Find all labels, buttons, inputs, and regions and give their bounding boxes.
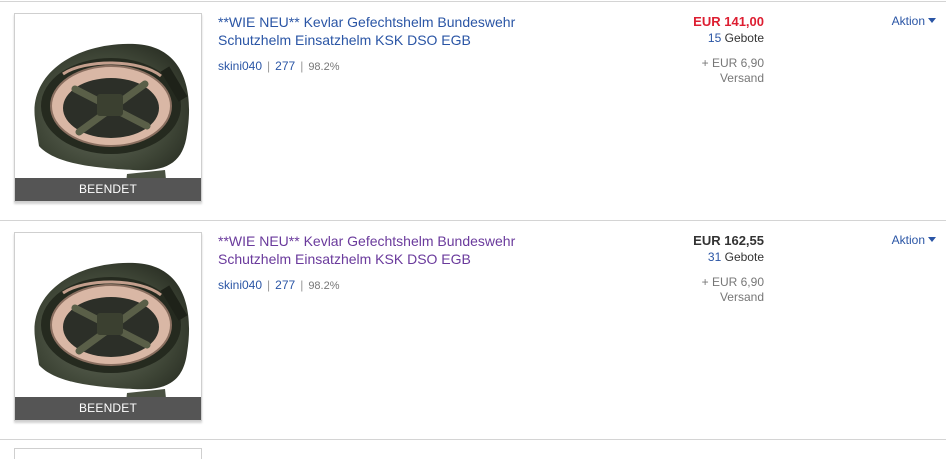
action-dropdown[interactable]: Aktion — [892, 14, 936, 28]
listing-price: EUR 162,55 — [693, 233, 764, 248]
seller-score-link[interactable]: 277 — [275, 59, 295, 73]
seller-name-link[interactable]: skini040 — [218, 278, 262, 292]
seller-feedback-percent: 98.2% — [308, 61, 340, 73]
action-label: Aktion — [891, 14, 925, 28]
seller-name-link[interactable]: skini040 — [218, 59, 262, 73]
action-label: Aktion — [891, 233, 925, 247]
separator: | — [300, 59, 304, 73]
chevron-down-icon — [928, 237, 936, 242]
bid-info: 15 Gebote — [708, 31, 764, 45]
helmet-icon — [34, 43, 190, 192]
action-dropdown[interactable]: Aktion — [892, 233, 936, 247]
bid-count-link[interactable]: 15 — [708, 31, 721, 45]
separator: | — [300, 278, 304, 292]
shipping-cost: + EUR 6,90 — [701, 275, 764, 289]
listing-thumbnail[interactable]: BEENDET — [14, 13, 202, 202]
bid-label: Gebote — [724, 250, 764, 264]
listing-title-link[interactable]: **WIE NEU** Kevlar Gefechtshelm Bundeswe… — [218, 232, 578, 268]
shipping-cost: + EUR 6,90 — [701, 56, 764, 70]
bid-label: Gebote — [724, 31, 764, 45]
ended-badge: BEENDET — [15, 397, 201, 420]
bid-count-link[interactable]: 31 — [708, 250, 721, 264]
helmet-icon — [34, 262, 190, 411]
seller-feedback-percent: 98.2% — [308, 280, 340, 292]
shipping-info: + EUR 6,90 Versand — [702, 275, 764, 305]
seller-info: skini040 | 277 | 98.2% — [218, 278, 340, 292]
separator: | — [267, 59, 271, 73]
seller-info: skini040 | 277 | 98.2% — [218, 59, 340, 73]
listing-price: EUR 141,00 — [693, 14, 764, 29]
ended-badge: BEENDET — [15, 178, 201, 201]
listing-thumbnail[interactable]: BEENDET — [14, 232, 202, 421]
shipping-label: Versand — [719, 71, 764, 85]
bid-info: 31 Gebote — [708, 250, 764, 264]
separator: | — [267, 278, 271, 292]
shipping-info: + EUR 6,90 Versand — [702, 56, 764, 86]
shipping-label: Versand — [719, 290, 764, 304]
seller-score-link[interactable]: 277 — [275, 278, 295, 292]
listing-item: BEENDET **WIE NEU** Kevlar Gefechtshelm … — [0, 2, 946, 220]
listing-item: BEENDET **WIE NEU** Kevlar Gefechtshelm … — [0, 221, 946, 439]
chevron-down-icon — [928, 18, 936, 23]
listing-title-link[interactable]: **WIE NEU** Kevlar Gefechtshelm Bundeswe… — [218, 13, 578, 49]
divider — [0, 439, 946, 440]
listing-thumbnail-partial — [14, 448, 202, 459]
